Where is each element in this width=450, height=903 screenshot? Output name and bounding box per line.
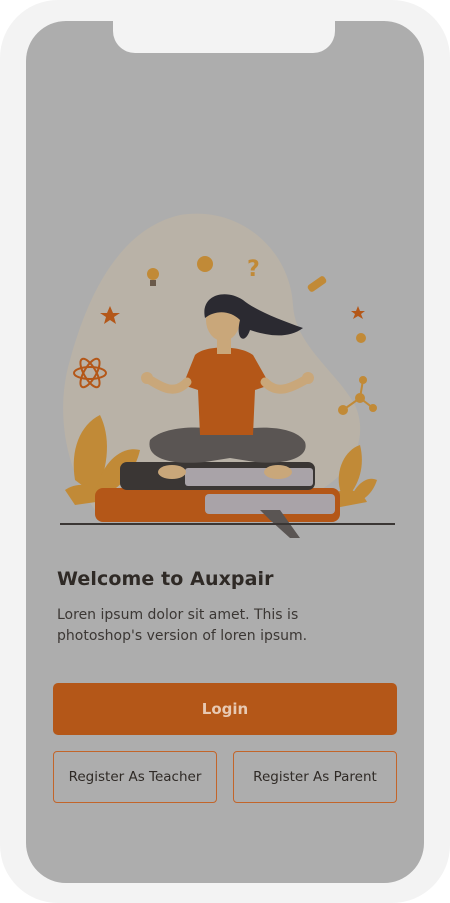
- sun-icon: [356, 333, 366, 343]
- question-mark-icon: ?: [247, 257, 260, 282]
- star-icon: [351, 306, 365, 319]
- ground-line: [60, 523, 395, 525]
- login-button[interactable]: Login: [53, 683, 397, 735]
- welcome-title: Welcome to Auxpair: [57, 568, 274, 590]
- phone-notch: [113, 21, 335, 53]
- face-icon: [197, 256, 213, 272]
- scroll-icon: [307, 276, 327, 292]
- books-icon: [95, 462, 340, 522]
- register-teacher-button[interactable]: Register As Teacher: [53, 751, 217, 803]
- welcome-description: Loren ipsum dolor sit amet. This is phot…: [57, 607, 308, 644]
- meditating-woman-illustration: ?: [60, 213, 395, 538]
- register-parent-button[interactable]: Register As Parent: [233, 751, 397, 803]
